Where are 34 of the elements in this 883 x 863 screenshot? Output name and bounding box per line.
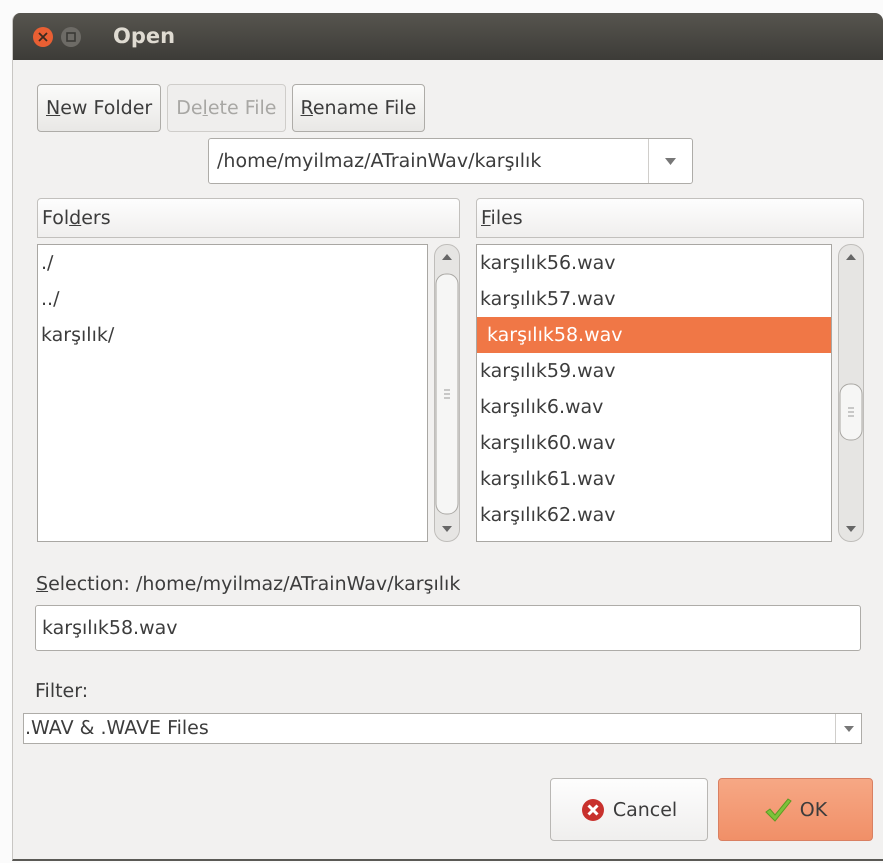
scrollbar[interactable] <box>434 244 460 542</box>
dropdown-arrow-icon <box>665 158 676 164</box>
maximize-button[interactable] <box>61 26 81 46</box>
dropdown-arrow-icon <box>844 726 854 732</box>
file-item[interactable]: karşılık59.wav <box>477 353 831 389</box>
selection-label: Selection: /home/myilmaz/ATrainWav/karşılık <box>36 572 462 597</box>
cancel-button[interactable]: Cancel <box>550 778 708 841</box>
file-item[interactable]: karşılık56.wav <box>477 245 831 281</box>
cancel-icon <box>580 798 605 822</box>
new-folder-button[interactable]: New Folder <box>37 84 162 132</box>
window-title: Open <box>113 22 176 50</box>
filter-text: .WAV & .WAVE Files <box>24 716 210 741</box>
maximize-icon <box>66 32 76 42</box>
file-item[interactable]: karşılık61.wav <box>477 461 831 497</box>
files-header[interactable]: Files <box>476 198 864 238</box>
scrollbar[interactable] <box>838 244 864 542</box>
filter-label: Filter: <box>35 678 90 704</box>
file-item[interactable]: karşılık6.wav <box>477 389 831 425</box>
path-text: /home/myilmaz/ATrainWav/karşılık <box>216 149 542 174</box>
ok-button[interactable]: OK <box>718 778 873 841</box>
filter-combo[interactable]: .WAV & .WAVE Files <box>23 713 862 744</box>
close-icon <box>38 32 48 42</box>
selection-field[interactable]: karşılık58.wav <box>35 604 861 650</box>
folders-header[interactable]: Folders <box>37 198 460 238</box>
checkmark-icon <box>764 796 792 822</box>
file-item[interactable]: karşılık62.wav <box>477 497 831 533</box>
rename-file-button[interactable]: Rename File <box>292 84 426 132</box>
folder-item[interactable]: ../ <box>38 281 428 317</box>
folder-item[interactable]: ./ <box>38 245 428 281</box>
close-button[interactable] <box>33 26 53 46</box>
folder-item[interactable]: karşılık/ <box>38 317 428 353</box>
file-item[interactable]: karşılık57.wav <box>477 281 831 317</box>
path-combo[interactable]: /home/myilmaz/ATrainWav/karşılık <box>208 138 693 184</box>
file-item[interactable]: karşılık60.wav <box>477 425 831 461</box>
